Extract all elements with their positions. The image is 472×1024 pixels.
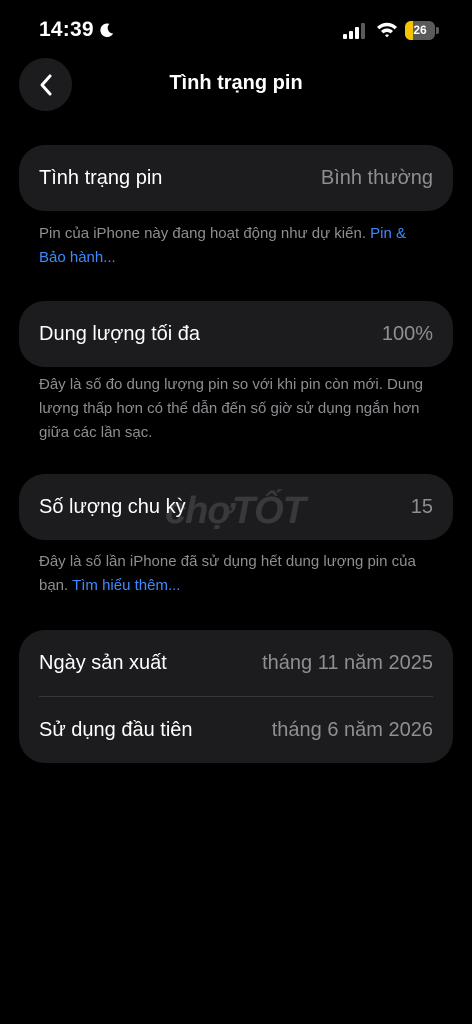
max-capacity-card: Dung lượng tối đa 100% [19, 301, 453, 367]
battery-health-note-text: Pin của iPhone này đang hoạt động như dự… [39, 225, 371, 242]
cycle-count-value: 15 [410, 495, 433, 518]
battery-health-value: Bình thường [320, 166, 433, 189]
manufacture-date-value: tháng 11 năm 2025 [262, 651, 433, 674]
learn-more-link[interactable]: Tìm hiểu thêm... [72, 577, 180, 594]
wifi-icon [377, 22, 397, 38]
max-capacity-label: Dung lượng tối đa [39, 322, 201, 345]
page-title: Tình trạng pin [169, 72, 303, 94]
cycle-count-note: Đây là số lần iPhone đã sử dụng hết dung… [39, 550, 435, 598]
battery-health-label: Tình trạng pin [39, 166, 163, 189]
max-capacity-note: Đây là số đo dung lượng pin so với khi p… [39, 376, 423, 441]
battery-health-note: Pin của iPhone này đang hoạt động như dự… [39, 222, 435, 270]
dates-card: Ngày sản xuất tháng 11 năm 2025 Sử dụng … [19, 630, 453, 763]
first-use-value: tháng 6 năm 2026 [271, 718, 433, 741]
first-use-label: Sử dụng đầu tiên [39, 718, 193, 741]
signal-icon [343, 23, 365, 39]
battery-level: 26 [413, 23, 427, 37]
moon-icon [100, 23, 114, 38]
watermark: chợTỐT [165, 490, 306, 532]
battery-health-card[interactable]: Tình trạng pin Bình thường [19, 145, 453, 211]
max-capacity-value: 100% [381, 322, 433, 345]
status-bar: 14:39 26 [0, 0, 472, 60]
manufacture-date-label: Ngày sản xuất [39, 651, 167, 674]
nav-bar: Tình trạng pin [0, 56, 472, 112]
battery-icon: 26 [405, 21, 439, 41]
cycle-count-label: Số lượng chu kỳ [39, 495, 186, 518]
status-time: 14:39 [39, 18, 94, 41]
